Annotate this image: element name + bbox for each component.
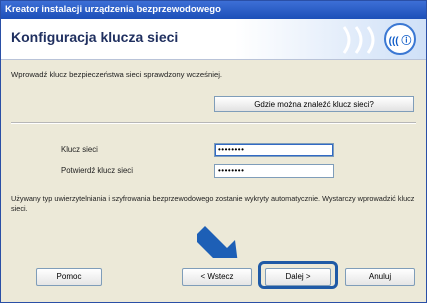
cancel-button[interactable]: Anuluj: [345, 268, 415, 286]
wizard-footer: Pomoc < Wstecz Dalej > Anuluj: [1, 258, 426, 302]
wizard-header: Konfiguracja klucza sieci ((( ⓘ: [1, 19, 426, 60]
back-button[interactable]: < Wstecz: [182, 268, 252, 286]
divider: [11, 122, 416, 124]
wireless-logo-icon: ((( ⓘ: [384, 23, 416, 55]
confirm-key-label: Potwierdź klucz sieci: [61, 166, 133, 175]
confirm-key-field[interactable]: ••••••••: [214, 164, 334, 178]
cancel-button-label: Anuluj: [368, 272, 392, 281]
where-find-key-label: Gdzie można znaleźć klucz sieci?: [254, 100, 374, 109]
network-key-value: ••••••••: [218, 145, 245, 154]
help-button-label: Pomoc: [56, 272, 82, 281]
confirm-key-value: ••••••••: [218, 166, 245, 175]
setup-wizard-window: Kreator instalacji urządzenia bezprzewod…: [0, 0, 427, 303]
window-title: Kreator instalacji urządzenia bezprzewod…: [5, 4, 221, 15]
info-text: Używany typ uwierzytelniania i szyfrowan…: [11, 194, 415, 213]
wizard-content: Wprowadź klucz bezpieczeństwa sieci spra…: [1, 60, 426, 272]
network-key-field[interactable]: ••••••••: [214, 143, 334, 157]
back-button-label: < Wstecz: [200, 272, 234, 281]
help-button[interactable]: Pomoc: [36, 268, 102, 286]
wireless-logo-glyph: ((( ⓘ: [388, 35, 412, 47]
where-find-key-button[interactable]: Gdzie można znaleźć klucz sieci?: [214, 96, 414, 112]
page-title: Konfiguracja klucza sieci: [11, 29, 179, 45]
window-titlebar[interactable]: Kreator instalacji urządzenia bezprzewod…: [1, 1, 426, 19]
network-key-label: Klucz sieci: [61, 145, 98, 154]
instruction-text: Wprowadź klucz bezpieczeństwa sieci spra…: [11, 70, 223, 79]
next-button-highlight: [258, 261, 338, 289]
